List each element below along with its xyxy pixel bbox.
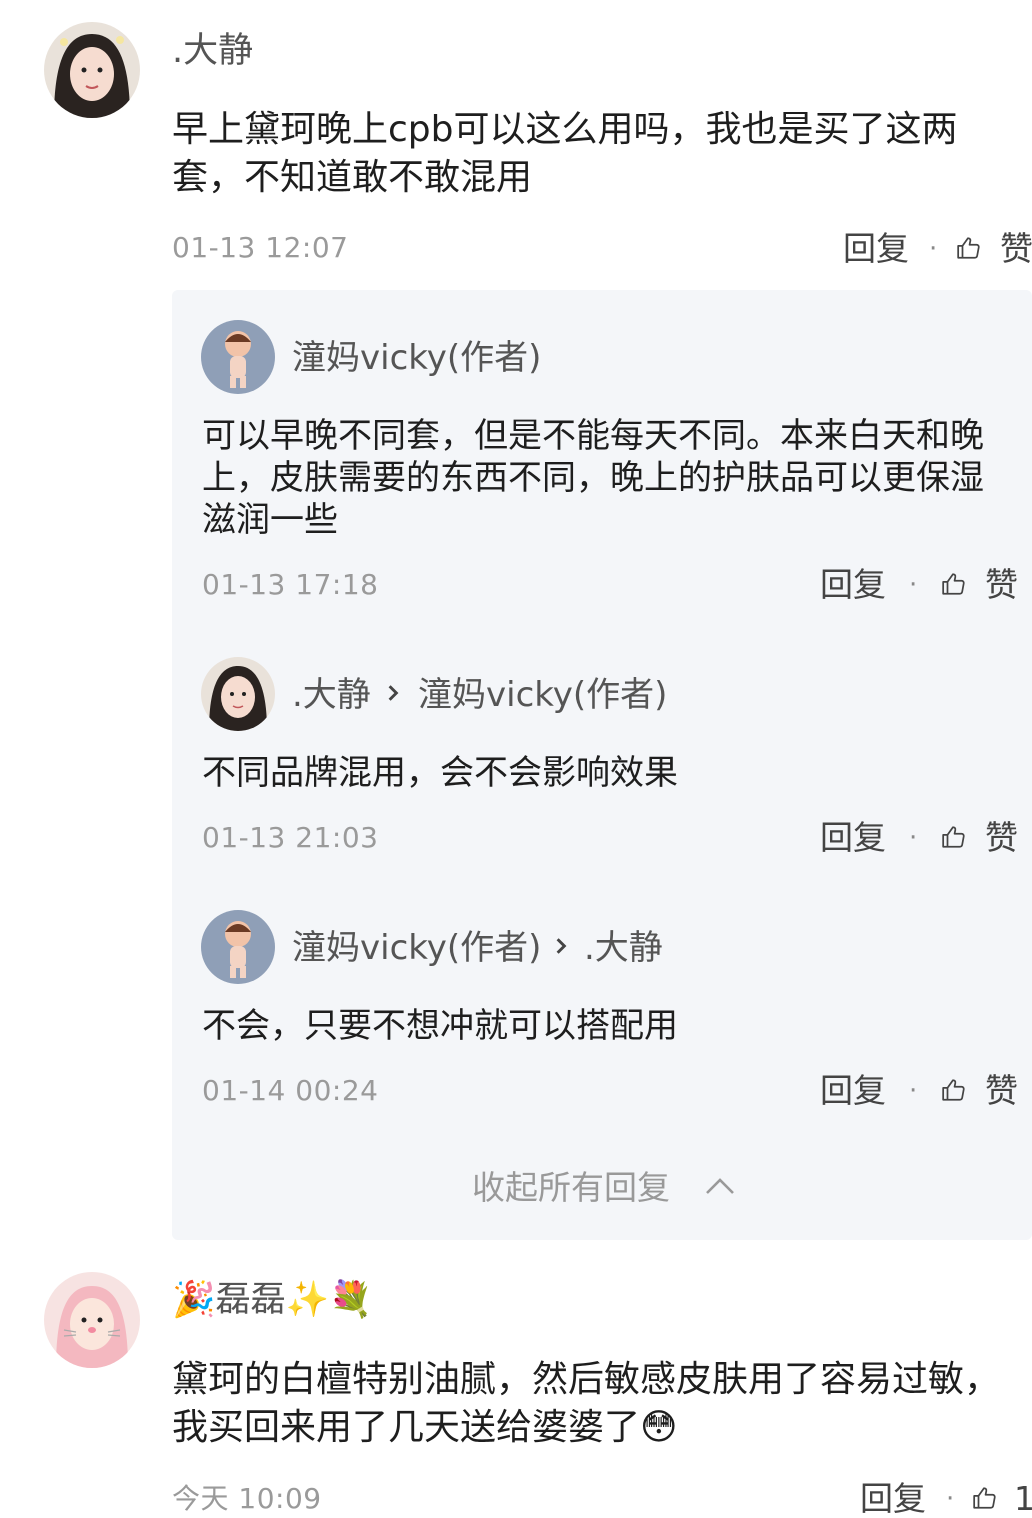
like-button[interactable]: 赞 [985,1074,1018,1107]
like-count[interactable]: 1 [1014,1482,1032,1515]
comment-username-row[interactable]: 🎉磊磊✨💐 [172,1283,373,1318]
avatar-dajing[interactable] [201,657,275,731]
reply-to-username[interactable]: .大静 [584,931,663,965]
chevron-right-icon [386,684,400,707]
separator-dot: · [909,823,918,853]
comment-username[interactable]: 磊磊 [216,1280,286,1320]
thumbs-up-icon[interactable] [941,1077,967,1103]
chevron-up-icon[interactable] [704,1176,736,1200]
reply-button[interactable]: 回复 [820,821,886,854]
reply-text: 可以早晚不同套，但是不能每天不同。本来白天和晚上，皮肤需要的东西不同，晚上的护肤… [202,416,984,540]
comment-timestamp: 01-13 12:07 [172,231,349,264]
reply-to-username[interactable]: 潼妈vicky(作者) [418,678,667,712]
thumbs-up-icon[interactable] [941,571,967,597]
like-button[interactable]: 赞 [1000,232,1032,265]
reply-username[interactable]: 潼妈vicky(作者) [292,931,541,965]
thumbs-up-icon[interactable] [941,824,967,850]
like-button[interactable]: 赞 [985,821,1018,854]
reply-username[interactable]: 潼妈vicky(作者) [292,341,541,375]
separator-dot: · [946,1484,955,1514]
separator-dot: · [909,1076,918,1106]
comment-timestamp: 今天 10:09 [172,1482,322,1515]
thumbs-up-icon[interactable] [972,1485,998,1511]
reply-username[interactable]: .大静 [292,678,371,712]
reply-text: 不会，只要不想冲就可以搭配用 [202,1006,678,1046]
separator-dot: · [909,570,918,600]
reply-timestamp: 01-13 17:18 [202,568,379,601]
avatar-dajing[interactable] [44,22,140,118]
comment-text: 早上黛珂晚上cpb可以这么用吗，我也是买了这两套，不知道敢不敢混用 [172,109,958,198]
comment-username[interactable]: .大静 [172,34,253,69]
reply-button[interactable]: 回复 [843,232,909,265]
sparkles-bouquet-emoji: ✨💐 [285,1280,373,1320]
thumbs-up-icon[interactable] [956,235,982,261]
separator-dot: · [929,234,938,264]
party-popper-emoji: 🎉 [172,1280,216,1320]
comment-text: 黛珂的白檀特别油腻，然后敏感皮肤用了容易过敏，我买回来用了几天送给婆婆了😳 [172,1359,1001,1448]
reply-button[interactable]: 回复 [860,1482,926,1515]
reply-text: 不同品牌混用，会不会影响效果 [202,753,678,793]
reply-button[interactable]: 回复 [820,568,886,601]
like-button[interactable]: 赞 [985,568,1018,601]
reply-timestamp: 01-13 21:03 [202,821,379,854]
chevron-right-icon [554,937,568,960]
avatar-vicky[interactable] [201,910,275,984]
collapse-replies-button[interactable]: 收起所有回复 [472,1171,670,1204]
avatar-leilei[interactable] [44,1272,140,1368]
reply-timestamp: 01-14 00:24 [202,1074,379,1107]
avatar-vicky[interactable] [201,320,275,394]
reply-button[interactable]: 回复 [820,1074,886,1107]
